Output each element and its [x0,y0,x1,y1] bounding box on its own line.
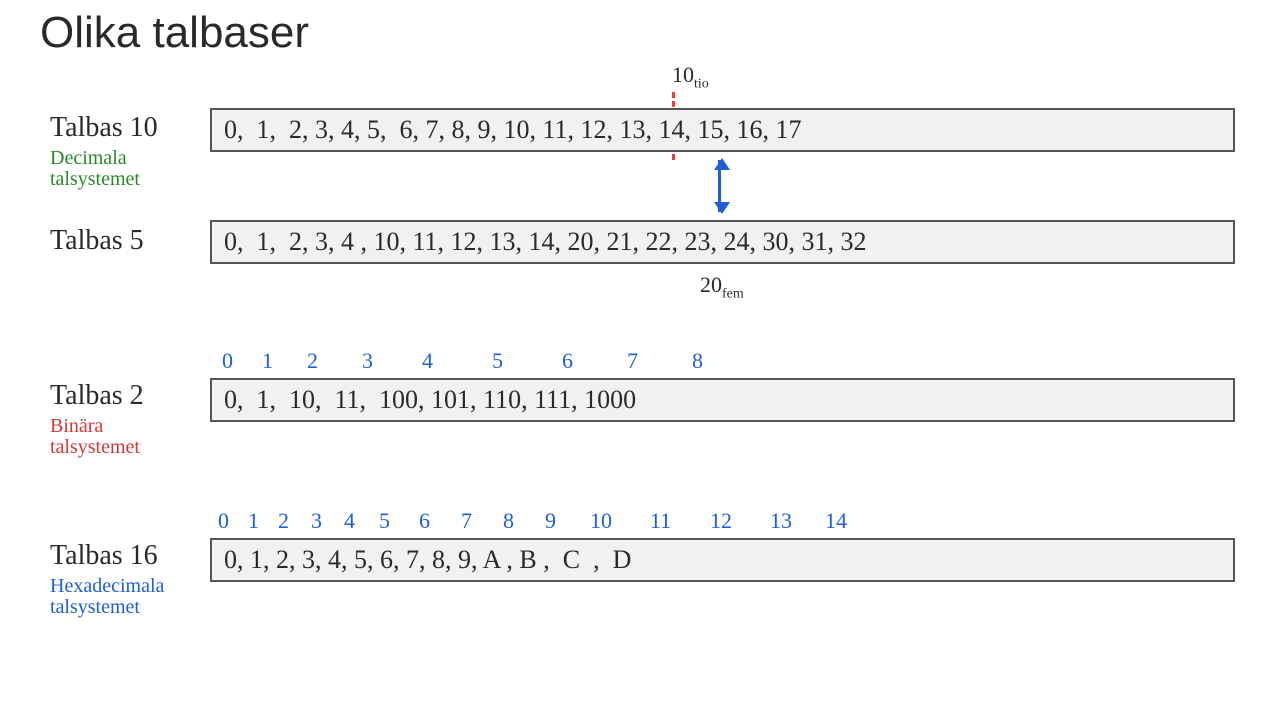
values-base5: 0, 1, 2, 3, 4 , 10, 11, 12, 13, 14, 20, … [210,220,1235,264]
values-base2: 0, 1, 10, 11, 100, 101, 110, 111, 1000 [210,378,1235,422]
index-value: 3 [311,508,344,534]
index-value: 11 [650,508,710,534]
index-value: 5 [492,348,562,374]
sublabel-base2: Binära talsystemet [50,416,140,458]
annotation-ten-tio: 10tio [672,62,709,92]
index-value: 5 [379,508,419,534]
sublabel-base10: Decimala talsystemet [50,148,140,190]
index-value: 14 [825,508,865,534]
index-value: 7 [461,508,503,534]
index-value: 6 [419,508,461,534]
page-title: Olika talbaser [40,8,309,58]
index-value: 2 [307,348,362,374]
index-base2: 012345678 [222,348,732,374]
index-value: 6 [562,348,627,374]
index-value: 0 [222,348,262,374]
values-base16: 0, 1, 2, 3, 4, 5, 6, 7, 8, 9, A , B , C … [210,538,1235,582]
index-value: 10 [590,508,650,534]
index-value: 4 [422,348,492,374]
index-value: 8 [503,508,545,534]
values-base10: 0, 1, 2, 3, 4, 5, 6, 7, 8, 9, 10, 11, 12… [210,108,1235,152]
index-base16: 01234567891011121314 [218,508,865,534]
index-value: 12 [710,508,770,534]
label-base16: Talbas 16 [50,540,158,572]
arrow-blue-vertical [718,160,721,212]
index-value: 2 [278,508,311,534]
label-base10: Talbas 10 [50,112,158,144]
sublabel-base16: Hexadecimala talsystemet [50,576,164,618]
index-value: 9 [545,508,590,534]
index-value: 1 [262,348,307,374]
index-value: 3 [362,348,422,374]
index-value: 0 [218,508,248,534]
index-value: 13 [770,508,825,534]
index-value: 7 [627,348,692,374]
annotation-twenty-fem: 20fem [700,272,744,302]
index-value: 1 [248,508,278,534]
label-base2: Talbas 2 [50,380,144,412]
index-value: 4 [344,508,379,534]
index-value: 8 [692,348,732,374]
label-base5: Talbas 5 [50,225,144,257]
